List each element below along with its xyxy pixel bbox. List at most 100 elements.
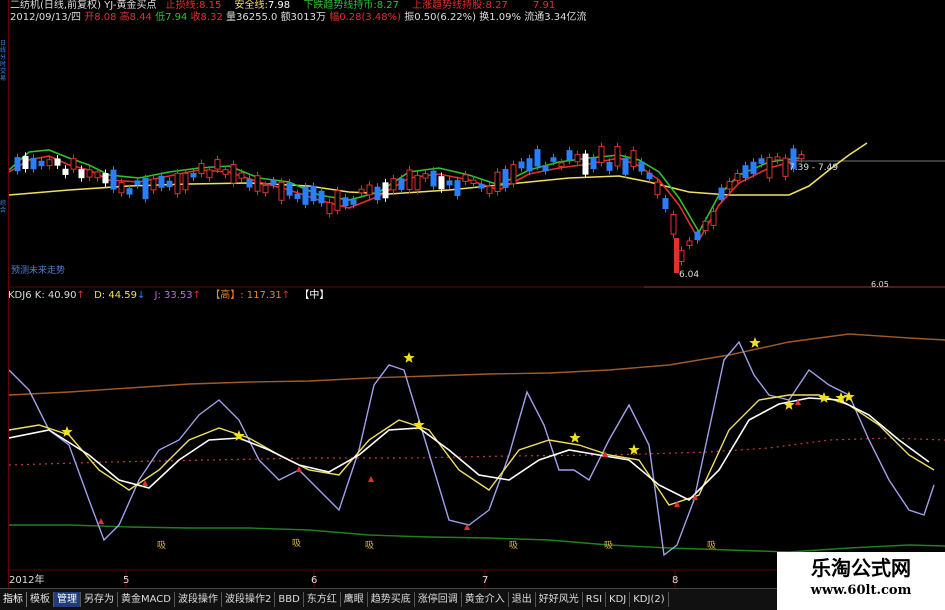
candle-body bbox=[574, 154, 581, 163]
candle-body bbox=[230, 163, 237, 184]
candle-body bbox=[374, 186, 381, 201]
watermark-logo: 乐淘公式网 www.60lt.com bbox=[777, 552, 945, 610]
candle-body bbox=[622, 158, 629, 175]
watermark-url: www.60lt.com bbox=[810, 583, 912, 598]
candle-body bbox=[342, 197, 349, 207]
side-vertical-label-2[interactable]: 综合 bbox=[0, 200, 8, 214]
tab-15[interactable]: RSI bbox=[583, 592, 607, 607]
candle-body bbox=[718, 187, 725, 200]
forecast-label: 预测未来走势 bbox=[11, 264, 65, 276]
tab-2[interactable]: 管理 bbox=[54, 592, 81, 607]
candle-body bbox=[246, 178, 253, 188]
candle-body bbox=[734, 173, 741, 181]
candle-body bbox=[646, 172, 653, 180]
candle-body bbox=[62, 168, 69, 175]
candle-body bbox=[30, 157, 37, 170]
tab-7[interactable]: BBD bbox=[275, 592, 304, 607]
candle-body bbox=[470, 179, 477, 185]
tab-14[interactable]: 好好风光 bbox=[536, 592, 583, 607]
tab-13[interactable]: 退出 bbox=[509, 592, 536, 607]
tab-4[interactable]: 黄金MACD bbox=[118, 592, 175, 607]
candle-body bbox=[782, 157, 789, 177]
tab-3[interactable]: 另存为 bbox=[81, 592, 118, 607]
upper-band-line bbox=[9, 333, 945, 396]
tab-16[interactable]: KDJ bbox=[606, 592, 631, 607]
buy-label: 吸 bbox=[509, 540, 518, 551]
candle-body bbox=[198, 162, 205, 175]
candle-body bbox=[310, 185, 317, 202]
candle-body bbox=[206, 169, 213, 179]
candle-body bbox=[518, 161, 525, 169]
candle-body bbox=[134, 180, 141, 186]
tab-11[interactable]: 涨停回调 bbox=[415, 592, 462, 607]
candle-body bbox=[686, 240, 693, 246]
price-range-label: 7.39 - 7.49 bbox=[789, 163, 838, 173]
sell-star-icon bbox=[403, 352, 415, 363]
candle-body bbox=[78, 169, 85, 179]
tab-6[interactable]: 波段操作2 bbox=[222, 592, 276, 607]
candle-body bbox=[54, 158, 61, 166]
candle-body bbox=[774, 156, 781, 161]
candle-body bbox=[486, 185, 493, 194]
axis-month: 6 bbox=[311, 575, 317, 586]
candle-body bbox=[614, 145, 621, 167]
candle-body bbox=[430, 170, 437, 187]
candle-body bbox=[222, 169, 229, 175]
tab-5[interactable]: 波段操作 bbox=[175, 592, 222, 607]
candle-body bbox=[294, 193, 301, 199]
sell-star-icon bbox=[818, 392, 830, 403]
sell-star-icon bbox=[749, 337, 761, 348]
buy-arrow-icon bbox=[98, 518, 104, 524]
candle-body bbox=[670, 213, 677, 235]
candle-body bbox=[390, 178, 397, 191]
tab-17[interactable]: KDJ(2) bbox=[630, 592, 669, 607]
candle-body bbox=[438, 176, 445, 190]
side-vertical-label[interactable]: 日线分时交易 bbox=[0, 40, 8, 82]
candle-body bbox=[46, 159, 53, 167]
candle-body bbox=[254, 175, 261, 192]
buy-arrow-icon bbox=[368, 476, 374, 482]
axis-month: 7 bbox=[482, 575, 488, 586]
tab-12[interactable]: 黄金介入 bbox=[462, 592, 509, 607]
candle-body bbox=[766, 157, 773, 179]
buy-label: 吸 bbox=[604, 540, 613, 551]
tab-1[interactable]: 模板 bbox=[27, 592, 54, 607]
red-trend-line bbox=[9, 155, 800, 242]
middle-band-line bbox=[9, 437, 945, 466]
price-lines bbox=[9, 142, 868, 242]
candlesticks bbox=[14, 142, 805, 273]
candle-body bbox=[270, 180, 277, 186]
candle-body bbox=[142, 177, 149, 200]
tab-8[interactable]: 东方红 bbox=[304, 592, 341, 607]
candle-body bbox=[494, 171, 501, 192]
candle-body bbox=[94, 171, 101, 179]
candle-body bbox=[366, 184, 373, 196]
candle-body bbox=[150, 178, 157, 191]
buy-label: 吸 bbox=[707, 540, 716, 551]
tab-10[interactable]: 趋势买底 bbox=[368, 592, 415, 607]
candle-body bbox=[126, 188, 133, 195]
candle-body bbox=[502, 169, 509, 188]
candle-body bbox=[406, 169, 413, 191]
stock-chart[interactable]: 预测未来走势 6.04 7.39 - 7.49 6.05 吸 吸 吸 吸 吸 吸… bbox=[9, 0, 945, 588]
candle-body bbox=[558, 162, 565, 167]
candle-body bbox=[674, 238, 679, 273]
candle-body bbox=[318, 190, 325, 204]
candle-body bbox=[462, 174, 469, 182]
candle-body bbox=[678, 249, 685, 262]
candle-body bbox=[606, 161, 613, 171]
candle-body bbox=[158, 175, 165, 188]
candle-body bbox=[326, 202, 333, 215]
candle-body bbox=[566, 150, 573, 161]
candle-body bbox=[742, 165, 749, 179]
candle-body bbox=[454, 180, 461, 196]
candle-body bbox=[710, 210, 717, 226]
buy-arrow-icon bbox=[296, 466, 302, 472]
low-price-label-2: 6.05 bbox=[871, 280, 889, 289]
candle-body bbox=[582, 153, 589, 175]
tab-9[interactable]: 鹰眼 bbox=[341, 592, 368, 607]
candle-body bbox=[278, 181, 285, 201]
kdj-marks bbox=[61, 337, 855, 530]
candle-body bbox=[422, 173, 429, 179]
candle-body bbox=[550, 157, 557, 162]
